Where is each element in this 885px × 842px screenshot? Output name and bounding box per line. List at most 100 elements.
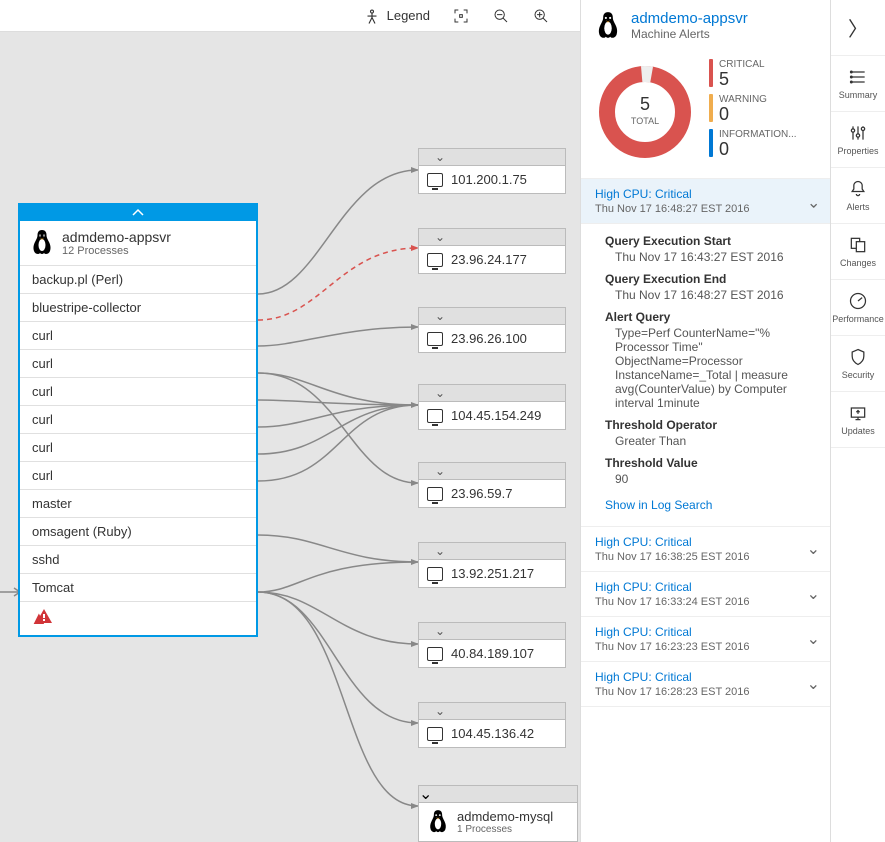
alert-time: Thu Nov 17 16:28:23 EST 2016 [595, 686, 816, 698]
process-item[interactable]: curl [20, 349, 256, 377]
aq-value: Type=Perf CounterName="% Processor Time"… [605, 326, 816, 410]
mysql-collapse-bar[interactable]: ⌄ [418, 785, 578, 803]
target-body: 13.92.251.217 [418, 560, 566, 588]
alert-title: High CPU: Critical [595, 580, 816, 594]
legend-button[interactable]: Legend [363, 7, 430, 25]
nav-alerts[interactable]: Alerts [831, 168, 885, 224]
alert-stats: CRITICAL 5 WARNING 0 INFORMATION... 0 [709, 59, 797, 164]
zoom-in-button[interactable] [532, 7, 550, 25]
top-value: Greater Than [605, 434, 816, 448]
warning-count: 0 [719, 105, 767, 123]
target-node[interactable]: ⌄ 101.200.1.75 [418, 148, 566, 194]
process-item[interactable]: curl [20, 433, 256, 461]
process-item[interactable]: curl [20, 461, 256, 489]
nav-performance[interactable]: Performance [831, 280, 885, 336]
alert-summary-row: 5 TOTAL CRITICAL 5 WARNING 0 [581, 55, 830, 179]
machine-node-mysql[interactable]: ⌄ admdemo-mysql 1 Processes [418, 785, 578, 842]
alert-indicator-row[interactable]: ▲ [20, 601, 256, 635]
chevron-down-icon: ⌄ [807, 629, 820, 649]
nav-changes[interactable]: Changes [831, 224, 885, 280]
chevron-down-icon: ⌄ [435, 464, 445, 478]
nav-security[interactable]: Security [831, 336, 885, 392]
target-node[interactable]: ⌄ 104.45.154.249 [418, 384, 566, 430]
log-search-link[interactable]: Show in Log Search [605, 498, 816, 512]
target-collapse-bar[interactable]: ⌄ [418, 542, 566, 560]
target-collapse-bar[interactable]: ⌄ [418, 462, 566, 480]
chevron-down-icon: ⌄ [435, 386, 445, 400]
process-item[interactable]: omsagent (Ruby) [20, 517, 256, 545]
zoom-out-icon [492, 7, 510, 25]
target-collapse-bar[interactable]: ⌄ [418, 307, 566, 325]
expand-panel-button[interactable]: 〉 [831, 0, 885, 56]
process-item[interactable]: Tomcat [20, 573, 256, 601]
target-collapse-bar[interactable]: ⌄ [418, 622, 566, 640]
process-item[interactable]: curl [20, 377, 256, 405]
target-ip: 101.200.1.75 [451, 172, 527, 187]
chevron-down-icon: ⌄ [807, 584, 820, 604]
monitor-icon [427, 487, 443, 501]
chevron-down-icon: ⌄ [807, 674, 820, 694]
target-ip: 13.92.251.217 [451, 566, 534, 581]
target-node[interactable]: ⌄ 23.96.26.100 [418, 307, 566, 353]
alert-item[interactable]: High CPU: CriticalThu Nov 17 16:28:23 ES… [581, 662, 830, 707]
machine-title: admdemo-appsvr [62, 229, 171, 245]
machine-header: admdemo-appsvr 12 Processes [20, 221, 256, 265]
target-collapse-bar[interactable]: ⌄ [418, 228, 566, 246]
critical-count: 5 [719, 70, 765, 88]
alert-time: Thu Nov 17 16:38:25 EST 2016 [595, 551, 816, 563]
process-item[interactable]: curl [20, 405, 256, 433]
target-node[interactable]: ⌄ 104.45.136.42 [418, 702, 566, 748]
svg-text:TOTAL: TOTAL [631, 116, 659, 126]
target-node[interactable]: ⌄40.84.189.107 [418, 622, 566, 668]
target-body: 101.200.1.75 [418, 166, 566, 194]
chevron-up-icon [131, 208, 145, 218]
process-item[interactable]: bluestripe-collector [20, 293, 256, 321]
target-body: 23.96.24.177 [418, 246, 566, 274]
target-collapse-bar[interactable]: ⌄ [418, 384, 566, 402]
nav-properties[interactable]: Properties [831, 112, 885, 168]
target-collapse-bar[interactable]: ⌄ [418, 702, 566, 720]
chevron-down-icon: ⌄ [419, 784, 432, 804]
fit-icon [452, 7, 470, 25]
alert-item[interactable]: High CPU: CriticalThu Nov 17 16:23:23 ES… [581, 617, 830, 662]
process-item[interactable]: sshd [20, 545, 256, 573]
process-list: backup.pl (Perl)bluestripe-collectorcurl… [20, 265, 256, 601]
tv-label: Threshold Value [605, 456, 816, 470]
chevron-down-icon: ⌄ [435, 309, 445, 323]
critical-bar [709, 59, 713, 87]
alert-time: Thu Nov 17 16:23:23 EST 2016 [595, 641, 816, 653]
chevron-up-icon: ⌃ [807, 191, 820, 211]
alert-detail-block: Query Execution Start Thu Nov 17 16:43:2… [581, 224, 830, 527]
properties-icon [848, 123, 868, 143]
alert-item[interactable]: High CPU: CriticalThu Nov 17 16:33:24 ES… [581, 572, 830, 617]
target-node[interactable]: ⌄ 23.96.24.177 [418, 228, 566, 274]
target-node[interactable]: ⌄23.96.59.7 [418, 462, 566, 508]
alert-item[interactable]: High CPU: CriticalThu Nov 17 16:38:25 ES… [581, 527, 830, 572]
svg-text:5: 5 [640, 94, 650, 114]
process-item[interactable]: backup.pl (Perl) [20, 265, 256, 293]
collapse-bar[interactable] [20, 205, 256, 221]
side-nav: 〉 Summary Properties Alerts Changes Perf… [830, 0, 885, 842]
tv-value: 90 [605, 472, 816, 486]
target-ip: 23.96.26.100 [451, 331, 527, 346]
details-title: admdemo-appsvr [631, 10, 748, 27]
alert-time: Thu Nov 17 16:48:27 EST 2016 [595, 203, 816, 215]
target-node[interactable]: ⌄ 13.92.251.217 [418, 542, 566, 588]
machine-node-appsvr[interactable]: admdemo-appsvr 12 Processes backup.pl (P… [18, 203, 258, 637]
alert-item-expanded[interactable]: High CPU: Critical Thu Nov 17 16:48:27 E… [581, 179, 830, 224]
chevron-down-icon: ⌄ [435, 230, 445, 244]
info-label: INFORMATION... [719, 129, 797, 140]
mysql-body: admdemo-mysql 1 Processes [418, 803, 578, 842]
process-item[interactable]: master [20, 489, 256, 517]
fit-button[interactable] [452, 7, 470, 25]
target-ip: 104.45.154.249 [451, 408, 541, 423]
nav-summary[interactable]: Summary [831, 56, 885, 112]
mysql-sub: 1 Processes [457, 824, 553, 835]
target-collapse-bar[interactable]: ⌄ [418, 148, 566, 166]
zoom-out-button[interactable] [492, 7, 510, 25]
nav-updates[interactable]: Updates [831, 392, 885, 448]
chevron-down-icon: ⌄ [435, 150, 445, 164]
process-item[interactable]: curl [20, 321, 256, 349]
target-ip: 104.45.136.42 [451, 726, 534, 741]
linux-icon [427, 809, 449, 835]
